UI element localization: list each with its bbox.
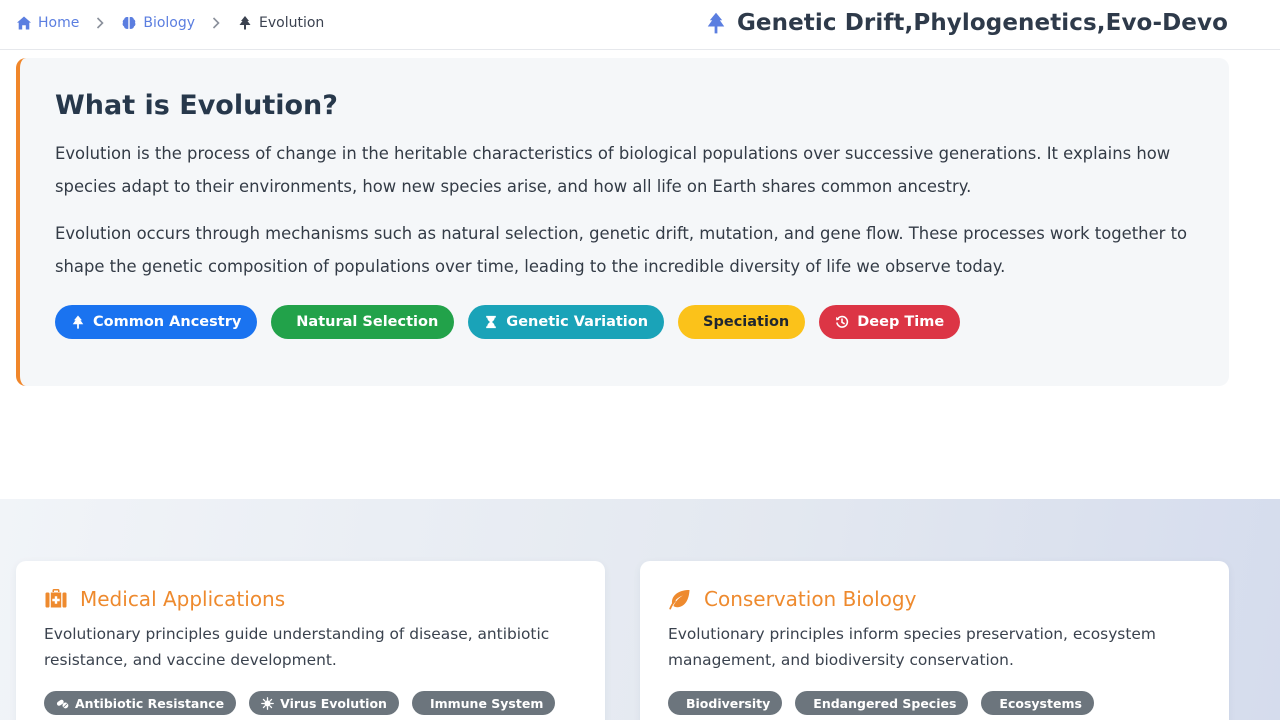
card-title: Conservation Biology bbox=[668, 587, 1201, 611]
card-title: Medical Applications bbox=[44, 587, 577, 611]
pill-label: Virus Evolution bbox=[280, 695, 387, 711]
tag-speciation[interactable]: Speciation bbox=[678, 305, 806, 339]
intro-heading: What is Evolution? bbox=[55, 90, 338, 121]
intro-card: What is Evolution? Evolution is the proc… bbox=[16, 58, 1229, 386]
pills-icon bbox=[56, 699, 69, 708]
medical-topics: Antibiotic Resistance Virus Evolution Im… bbox=[44, 691, 577, 715]
pill-biodiversity[interactable]: Biodiversity bbox=[668, 691, 783, 715]
card-description: Evolutionary principles inform species p… bbox=[668, 625, 1156, 669]
card-description: Evolutionary principles guide understand… bbox=[44, 625, 550, 669]
chevron-right-icon bbox=[209, 16, 223, 30]
page-title: Genetic Drift,Phylogenetics,Evo-Devo bbox=[705, 0, 1228, 46]
breadcrumb-current-label: Evolution bbox=[259, 15, 325, 31]
applications-section: Medical Applications Evolutionary princi… bbox=[0, 499, 1280, 720]
tag-label: Genetic Variation bbox=[506, 314, 649, 330]
pill-label: Biodiversity bbox=[686, 695, 771, 711]
breadcrumb-biology-label: Biology bbox=[143, 15, 196, 31]
tag-natural-selection[interactable]: Natural Selection bbox=[271, 305, 455, 339]
page-title-text: Genetic Drift,Phylogenetics,Evo-Devo bbox=[736, 10, 1228, 36]
breadcrumb-biology-link[interactable]: Biology bbox=[121, 15, 195, 31]
breadcrumb-current: Evolution bbox=[237, 15, 324, 31]
pill-label: Endangered Species bbox=[813, 695, 957, 711]
tree-icon bbox=[72, 315, 84, 329]
tag-label: Speciation bbox=[703, 314, 790, 330]
breadcrumb-home-link[interactable]: Home bbox=[16, 15, 79, 31]
card-title-text: Medical Applications bbox=[80, 587, 286, 611]
top-bar: Home Biology Evolution Genetic Drift,Phy… bbox=[0, 0, 1280, 50]
intro-paragraph: Evolution occurs through mechanisms such… bbox=[55, 224, 1188, 276]
brain-icon bbox=[122, 17, 136, 29]
chevron-right-icon bbox=[93, 16, 107, 30]
breadcrumb: Home Biology Evolution bbox=[16, 0, 324, 46]
history-icon bbox=[836, 315, 849, 328]
tag-label: Common Ancestry bbox=[93, 314, 242, 330]
pill-label: Immune System bbox=[429, 695, 544, 711]
pill-immune-system[interactable]: Immune System bbox=[411, 691, 556, 715]
intro-paragraph: Evolution is the process of change in th… bbox=[55, 144, 1171, 196]
hourglass-icon bbox=[486, 315, 497, 329]
pill-antibiotic-resistance[interactable]: Antibiotic Resistance bbox=[44, 691, 237, 715]
pill-label: Ecosystems bbox=[999, 695, 1082, 711]
home-icon bbox=[17, 16, 31, 30]
medical-applications-card: Medical Applications Evolutionary princi… bbox=[16, 561, 605, 720]
tag-label: Deep Time bbox=[857, 314, 945, 330]
card-title-text: Conservation Biology bbox=[704, 587, 917, 611]
concept-tags: Common Ancestry Natural Selection Geneti… bbox=[55, 305, 1195, 339]
conservation-biology-card: Conservation Biology Evolutionary princi… bbox=[640, 561, 1229, 720]
tag-deep-time[interactable]: Deep Time bbox=[819, 305, 961, 339]
tree-icon bbox=[239, 16, 251, 30]
pill-ecosystems[interactable]: Ecosystems bbox=[981, 691, 1094, 715]
breadcrumb-home-label: Home bbox=[38, 15, 80, 31]
virus-icon bbox=[261, 696, 274, 710]
pill-label: Antibiotic Resistance bbox=[75, 695, 225, 711]
tag-common-ancestry[interactable]: Common Ancestry bbox=[55, 305, 258, 339]
conservation-topics: Biodiversity Endangered Species Ecosyste… bbox=[668, 691, 1201, 715]
tag-label: Natural Selection bbox=[296, 314, 439, 330]
tree-icon bbox=[707, 12, 725, 34]
tag-genetic-variation[interactable]: Genetic Variation bbox=[468, 305, 665, 339]
pill-virus-evolution[interactable]: Virus Evolution bbox=[249, 691, 399, 715]
leaf-icon bbox=[669, 590, 690, 610]
first-aid-kit-icon bbox=[45, 589, 67, 608]
pill-endangered-species[interactable]: Endangered Species bbox=[795, 691, 969, 715]
